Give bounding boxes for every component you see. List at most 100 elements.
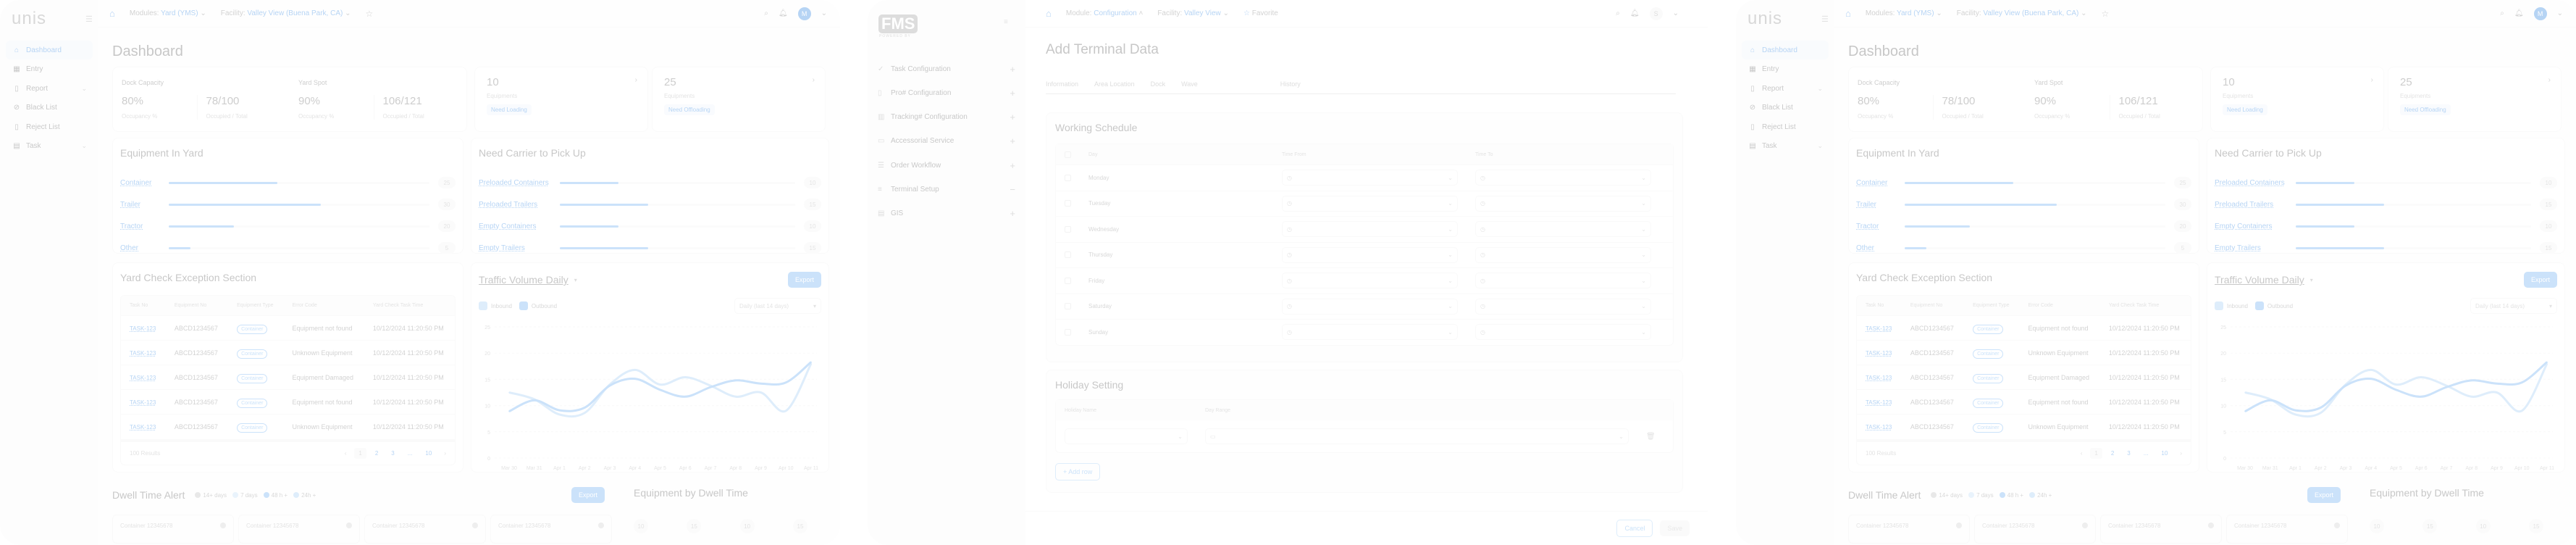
sidebar-item-task[interactable]: ▤ Task ⌄	[1742, 137, 1829, 156]
day-checkbox[interactable]	[1065, 174, 1071, 181]
sidebar-item-order-workflow[interactable]: ☰ Order Workflow +	[878, 157, 1015, 174]
next-page-icon[interactable]: ›	[444, 450, 446, 457]
dwell-card[interactable]: Container 12345678	[490, 515, 612, 544]
dwell-card[interactable]: Container 12345678	[238, 515, 360, 544]
dwell-card[interactable]: Container 12345678	[2100, 515, 2222, 544]
need-offloading-card[interactable]: 25 › Equipments Need Offloading	[2388, 67, 2562, 132]
delete-row-icon[interactable]: 🗑︎	[1646, 433, 1656, 441]
favorite-menu[interactable]: ☆ Favorite	[1243, 9, 1278, 17]
page-button[interactable]: 10	[2157, 448, 2172, 459]
export-button[interactable]: Export	[2523, 272, 2557, 288]
task-link[interactable]: TASK-123	[130, 350, 156, 357]
search-icon[interactable]: ⌕	[2500, 9, 2504, 17]
task-link[interactable]: TASK-123	[1866, 399, 1892, 406]
tab-wave[interactable]: Wave	[1181, 80, 1198, 88]
dwell-card[interactable]: Container 12345678	[2226, 515, 2348, 544]
day-checkbox[interactable]	[1065, 277, 1071, 284]
bar-label[interactable]: Empty Containers	[479, 222, 551, 230]
time-from-picker[interactable]: ◷ ⌄	[1282, 170, 1458, 186]
need-offloading-card[interactable]: 25 › Equipments Need Offloading	[652, 67, 826, 132]
sidebar-item-dashboard[interactable]: ⌂ Dashboard	[1742, 41, 1829, 59]
bar-label[interactable]: Preloaded Trailers	[479, 201, 551, 209]
sidebar-item-reject-list[interactable]: ▯ Reject List	[1742, 117, 1829, 136]
task-link[interactable]: TASK-123	[130, 399, 156, 406]
bar-label[interactable]: Container	[1856, 179, 1896, 187]
task-link[interactable]: TASK-123	[1866, 424, 1892, 430]
avatar[interactable]: M	[797, 7, 811, 20]
time-from-picker[interactable]: ◷ ⌄	[1282, 272, 1458, 289]
sidebar-item-accessorial-service[interactable]: ▭ Accessorial Service +	[878, 133, 1015, 150]
sidebar-item-task-configuration[interactable]: ✓ Task Configuration +	[878, 60, 1015, 78]
range-select[interactable]: Daily (last 14 days) ▾	[734, 298, 821, 314]
task-link[interactable]: TASK-123	[130, 375, 156, 381]
dwell-card[interactable]: Container 12345678	[112, 515, 234, 544]
sidebar-item-black-list[interactable]: ⊘ Black List	[6, 99, 93, 117]
time-to-picker[interactable]: ◷ ⌄	[1475, 298, 1651, 315]
tab-area-location[interactable]: Area Location	[1094, 80, 1135, 88]
time-from-picker[interactable]: ◷ ⌄	[1282, 324, 1458, 341]
menu-toggle-icon[interactable]: ☰	[85, 14, 93, 24]
task-link[interactable]: TASK-123	[130, 424, 156, 430]
day-checkbox[interactable]	[1065, 225, 1071, 233]
search-icon[interactable]: ⌕	[764, 9, 768, 17]
sidebar-item-terminal-setup[interactable]: ≡ Terminal Setup −	[878, 181, 1015, 199]
time-from-picker[interactable]: ◷ ⌄	[1282, 246, 1458, 263]
task-link[interactable]: TASK-123	[1866, 325, 1892, 332]
day-checkbox[interactable]	[1065, 200, 1071, 207]
task-link[interactable]: TASK-123	[130, 325, 156, 332]
page-button[interactable]: 2	[371, 448, 382, 459]
tab-dock[interactable]: Dock	[1151, 80, 1166, 88]
bar-label[interactable]: Tractor	[120, 222, 160, 230]
collapse-menu-icon[interactable]: ≡	[1004, 18, 1008, 26]
task-link[interactable]: TASK-123	[1866, 375, 1892, 381]
need-loading-card[interactable]: 10 › Equipments Need Loading	[2210, 67, 2384, 132]
page-button[interactable]: 1	[354, 447, 366, 459]
search-icon[interactable]: ⌕	[1616, 9, 1620, 17]
sidebar-item-task[interactable]: ▤ Task ⌄	[6, 137, 93, 156]
prev-page-icon[interactable]: ‹	[345, 450, 347, 457]
page-button[interactable]: 10	[421, 448, 436, 459]
time-from-picker[interactable]: ◷ ⌄	[1282, 298, 1458, 315]
sidebar-item-entry[interactable]: ▦ Entry	[1742, 60, 1829, 79]
page-button[interactable]: ...	[2139, 448, 2153, 459]
page-button[interactable]: 3	[387, 448, 398, 459]
home-icon[interactable]: ⌂	[1046, 8, 1052, 19]
bar-label[interactable]: Other	[1856, 244, 1896, 252]
time-to-picker[interactable]: ◷ ⌄	[1475, 170, 1651, 186]
home-icon[interactable]: ⌂	[109, 8, 115, 19]
time-to-picker[interactable]: ◷ ⌄	[1475, 324, 1651, 341]
cancel-button[interactable]: Cancel	[1616, 520, 1653, 537]
day-checkbox[interactable]	[1065, 328, 1071, 336]
time-from-picker[interactable]: ◷ ⌄	[1282, 221, 1458, 238]
save-button[interactable]: Save	[1660, 520, 1690, 536]
add-row-button[interactable]: + Add row	[1055, 463, 1101, 480]
bell-icon[interactable]: 🔔︎	[1630, 9, 1640, 17]
time-to-picker[interactable]: ◷ ⌄	[1475, 195, 1651, 212]
bar-label[interactable]: Other	[120, 244, 160, 252]
chevron-down-icon[interactable]: ⌄	[1673, 9, 1679, 17]
facility-selector[interactable]: Facility: Valley View (Buena Park, CA) ⌄	[221, 9, 351, 17]
page-button[interactable]: 1	[2090, 447, 2102, 459]
facility-selector[interactable]: Facility: Valley View (Buena Park, CA) ⌄	[1957, 9, 2087, 17]
bar-label[interactable]: Preloaded Trailers	[2215, 201, 2287, 209]
sidebar-item-reject-list[interactable]: ▯ Reject List	[6, 117, 93, 136]
facility-selector[interactable]: Facility: Valley View ⌄	[1157, 9, 1229, 17]
export-button[interactable]: Export	[2307, 487, 2341, 503]
export-button[interactable]: Export	[571, 487, 605, 503]
module-selector[interactable]: Modules: Yard (YMS) ⌄	[130, 9, 206, 17]
time-to-picker[interactable]: ◷ ⌄	[1475, 272, 1651, 289]
day-checkbox[interactable]	[1065, 251, 1071, 259]
dwell-card[interactable]: Container 12345678	[364, 515, 486, 544]
bar-label[interactable]: Preloaded Containers	[2215, 179, 2287, 187]
chevron-down-icon[interactable]: ⌄	[821, 9, 827, 17]
export-button[interactable]: Export	[787, 272, 821, 288]
page-button[interactable]: 2	[2107, 448, 2118, 459]
prev-page-icon[interactable]: ‹	[2081, 450, 2083, 457]
dwell-card[interactable]: Container 12345678	[1974, 515, 2096, 544]
next-page-icon[interactable]: ›	[2180, 450, 2182, 457]
tab-history[interactable]: History	[1280, 80, 1301, 88]
tab-information[interactable]: Information	[1046, 80, 1078, 88]
bar-label[interactable]: Empty Containers	[2215, 222, 2287, 230]
avatar[interactable]: M	[2533, 7, 2547, 20]
chart-title-selector[interactable]: Traffic Volume Daily	[479, 274, 569, 286]
